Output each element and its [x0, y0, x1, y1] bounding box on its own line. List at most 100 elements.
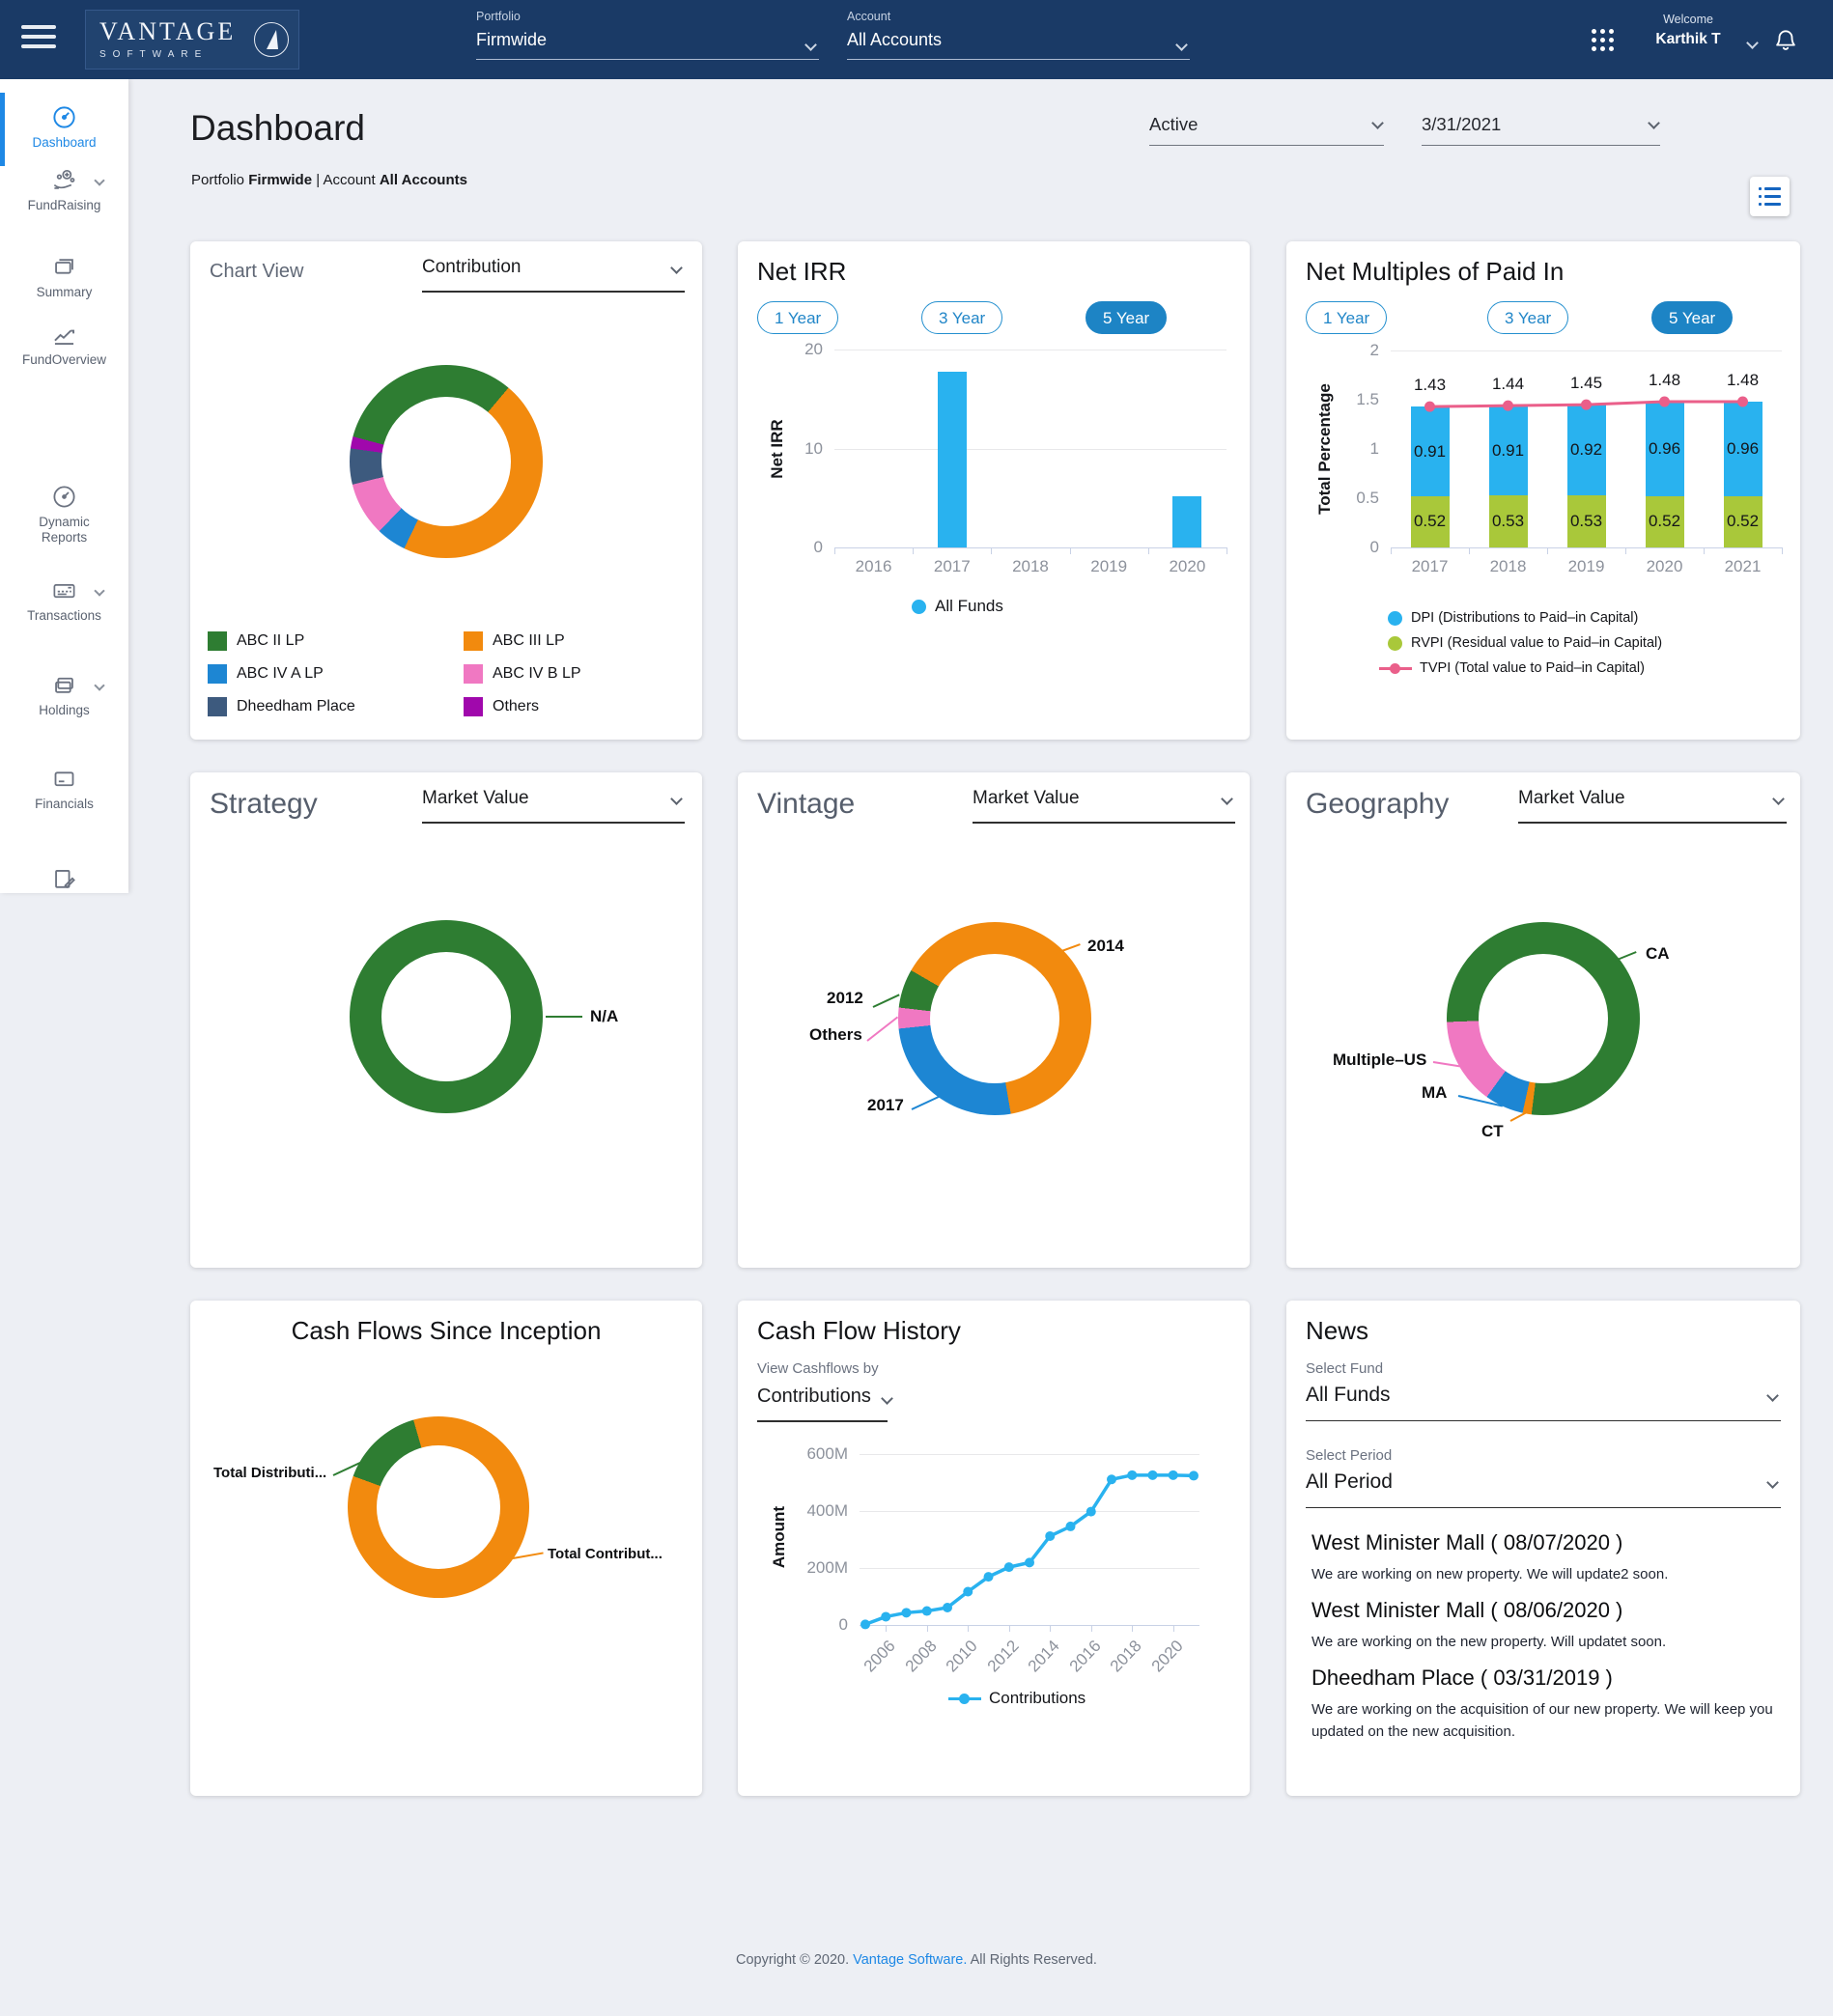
legend-swatch — [464, 631, 483, 651]
geography-select[interactable]: Market Value — [1518, 788, 1787, 824]
5-year-button[interactable]: 5 Year — [1651, 301, 1733, 334]
hamburger-menu-icon[interactable] — [21, 25, 58, 54]
5-year-button[interactable]: 5 Year — [1086, 301, 1167, 334]
cashflows-by-select[interactable]: Contributions — [757, 1386, 888, 1422]
legend-swatch — [208, 664, 227, 684]
axis-tick — [1547, 547, 1548, 554]
vantage-logo: VANTAGE SOFTWARE — [85, 10, 299, 70]
notifications-bell-icon[interactable] — [1773, 26, 1798, 58]
status-filter-select[interactable]: Active — [1149, 114, 1384, 146]
select-fund-dropdown[interactable]: All Funds — [1306, 1384, 1781, 1421]
portfolio-select[interactable]: Portfolio Firmwide — [476, 10, 819, 60]
strategy-card: Strategy Market Value N/A — [190, 772, 702, 1268]
y-tick-label: 20 — [786, 340, 823, 359]
x-tick-label: 2014 — [1011, 1637, 1064, 1691]
3-year-button[interactable]: 3 Year — [921, 301, 1002, 334]
legend-item: ABC II LP — [208, 631, 304, 651]
sidebar-item-fundraising[interactable]: FundRaising — [0, 167, 128, 213]
chevron-down-icon[interactable] — [94, 175, 104, 185]
axis-tick — [886, 1625, 887, 1632]
y-axis-title: Amount — [770, 1479, 789, 1595]
chart-legend: Contributions — [948, 1689, 1086, 1708]
dpi-value-label: 0.96 — [1714, 439, 1772, 459]
chevron-down-icon[interactable] — [1746, 37, 1759, 49]
sidebar-item-label: FundOverview — [0, 352, 128, 368]
contribution-donut-chart[interactable] — [350, 365, 543, 558]
list-view-button[interactable] — [1750, 177, 1790, 216]
select-period-dropdown[interactable]: All Period — [1306, 1470, 1781, 1508]
x-tick-label: 2020 — [1134, 1637, 1187, 1691]
slice-label-na: N/A — [590, 1007, 618, 1026]
legend-label: ABC III LP — [493, 632, 565, 650]
vintage-select[interactable]: Market Value — [973, 788, 1235, 824]
y-tick-label: 0.5 — [1339, 489, 1379, 508]
sidebar-item-documents[interactable] — [0, 867, 128, 893]
portfolio-label: Portfolio — [476, 10, 819, 23]
chart-legend-tvpi: TVPI (Total value to Paid–in Capital) — [1379, 660, 1645, 676]
card-title: News — [1306, 1316, 1368, 1346]
dpi-value-label: 0.91 — [1480, 441, 1537, 461]
axis-tick — [927, 1625, 928, 1632]
logo-figure-icon — [254, 22, 289, 57]
y-tick-label: 2 — [1339, 341, 1379, 360]
apps-grid-icon[interactable] — [1592, 29, 1617, 54]
geography-donut-chart[interactable] — [1447, 922, 1640, 1115]
net-multiples-card: Net Multiples of Paid In 1 Year 3 Year 5… — [1286, 241, 1800, 740]
user-menu[interactable]: Welcome Karthik T — [1634, 13, 1742, 48]
chevron-down-icon[interactable] — [94, 585, 104, 596]
legend-label: RVPI (Residual value to Paid–in Capital) — [1411, 635, 1662, 651]
slice-label-ma: MA — [1422, 1083, 1447, 1103]
tvpi-value-label: 1.48 — [1714, 371, 1772, 390]
sidebar-item-financials[interactable]: Financials — [0, 766, 128, 812]
sidebar-item-fundoverview[interactable]: FundOverview — [0, 322, 128, 368]
y-tick-label: 1.5 — [1339, 390, 1379, 409]
card-title: Net IRR — [757, 257, 846, 287]
welcome-label: Welcome — [1634, 13, 1742, 26]
sidebar-item-transactions[interactable]: Transactions — [0, 577, 128, 624]
footer-link[interactable]: Vantage Software. — [853, 1952, 967, 1968]
1-year-button[interactable]: 1 Year — [1306, 301, 1387, 334]
date-filter-select[interactable]: 3/31/2021 — [1422, 114, 1660, 146]
cashflows-by-value: Contributions — [757, 1386, 888, 1422]
strategy-select-value: Market Value — [422, 788, 685, 824]
legend-swatch — [464, 664, 483, 684]
axis-tick — [1391, 547, 1392, 554]
sidebar-item-summary[interactable]: Summary — [0, 254, 128, 300]
label-leader-line — [546, 1016, 582, 1018]
cashflows-donut-chart[interactable] — [348, 1416, 529, 1598]
legend-swatch — [208, 631, 227, 651]
axis-tick — [1173, 1625, 1174, 1632]
strategy-select[interactable]: Market Value — [422, 788, 685, 824]
cashflow-history-line-chart[interactable]: 0200M400M600M200620082010201220142016201… — [860, 1450, 1199, 1626]
sidebar-item-dynamic-reports[interactable]: Dynamic Reports — [0, 484, 128, 546]
tvpi-value-label: 1.43 — [1401, 376, 1459, 395]
axis-tick — [1091, 1625, 1092, 1632]
summary-cards-icon — [51, 254, 77, 280]
sidebar-item-label: Dynamic Reports — [20, 515, 109, 546]
net-irr-bar-chart[interactable]: 0102020162017201820192020Net IRR — [834, 350, 1227, 548]
sidebar-item-holdings[interactable]: Holdings — [0, 672, 128, 718]
tvpi-value-label: 1.44 — [1480, 375, 1537, 394]
net-multiples-stacked-chart[interactable]: 00.511.5220170.520.911.4320180.530.911.4… — [1391, 350, 1782, 548]
strategy-donut-chart[interactable] — [350, 920, 543, 1113]
1-year-button[interactable]: 1 Year — [757, 301, 838, 334]
chart-view-select[interactable]: Contribution — [422, 257, 685, 293]
y-tick-label: 400M — [805, 1501, 848, 1521]
label-leader-line — [873, 994, 900, 1007]
bar — [1172, 496, 1201, 547]
chevron-down-icon[interactable] — [94, 680, 104, 690]
document-pen-icon — [51, 867, 77, 893]
gridline — [1391, 350, 1782, 351]
3-year-button[interactable]: 3 Year — [1487, 301, 1568, 334]
legend-line-dot — [948, 1697, 981, 1700]
sidebar-item-label: Holdings — [0, 703, 128, 718]
legend-item: ABC III LP — [464, 631, 565, 651]
legend-label: Contributions — [989, 1689, 1086, 1708]
portfolio-value: Firmwide — [476, 30, 819, 50]
account-select[interactable]: Account All Accounts — [847, 10, 1190, 60]
legend-label: ABC IV A LP — [237, 665, 324, 683]
geography-select-value: Market Value — [1518, 788, 1787, 824]
legend-swatch — [208, 697, 227, 716]
legend-item: Others — [464, 697, 539, 716]
sidebar-item-dashboard[interactable]: Dashboard — [0, 104, 128, 151]
